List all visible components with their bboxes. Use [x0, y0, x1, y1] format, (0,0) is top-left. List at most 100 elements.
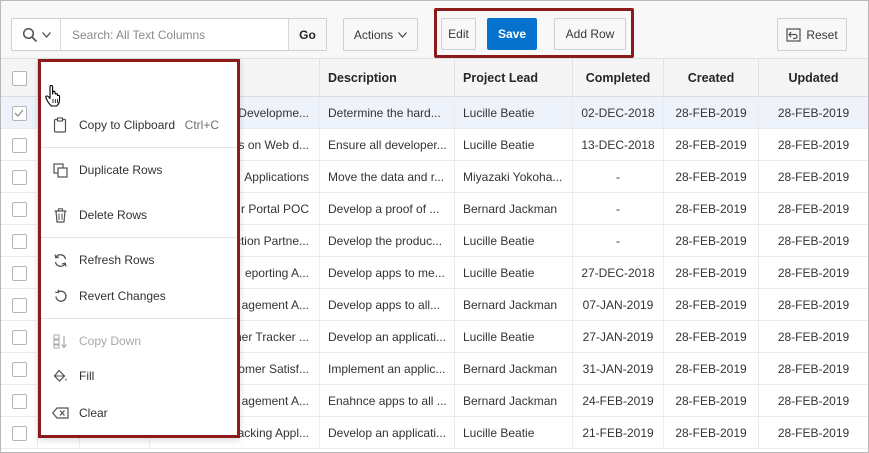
- updated-cell[interactable]: 28-FEB-2019: [759, 321, 868, 353]
- created-cell[interactable]: 28-FEB-2019: [664, 257, 759, 289]
- completed-cell[interactable]: 07-JAN-2019: [573, 289, 664, 321]
- row-select-checkbox[interactable]: [11, 361, 27, 377]
- completed-cell[interactable]: 02-DEC-2018: [573, 97, 664, 129]
- row-select-checkbox[interactable]: [11, 265, 27, 281]
- completed-cell[interactable]: 27-JAN-2019: [573, 321, 664, 353]
- row-select-checkbox[interactable]: [11, 393, 27, 409]
- updated-cell[interactable]: 28-FEB-2019: [759, 193, 868, 225]
- updated-cell[interactable]: 28-FEB-2019: [759, 417, 868, 449]
- created-cell[interactable]: 28-FEB-2019: [664, 225, 759, 257]
- updated-cell[interactable]: 28-FEB-2019: [759, 97, 868, 129]
- row-select-checkbox[interactable]: [11, 329, 27, 345]
- created-cell[interactable]: 28-FEB-2019: [664, 129, 759, 161]
- updated-cell[interactable]: 28-FEB-2019: [759, 161, 868, 193]
- created-cell[interactable]: 28-FEB-2019: [664, 321, 759, 353]
- row-select-checkbox[interactable]: [11, 425, 27, 441]
- clipboard-icon: [51, 116, 69, 134]
- description-cell[interactable]: Enahnce apps to all ...: [320, 385, 455, 417]
- menu-item-delete-rows[interactable]: Delete Rows: [41, 200, 237, 230]
- add-row-button[interactable]: Add Row: [554, 18, 626, 50]
- lead-cell[interactable]: Lucille Beatie: [455, 321, 573, 353]
- description-cell[interactable]: Develop a proof of ...: [320, 193, 455, 225]
- created-cell[interactable]: 28-FEB-2019: [664, 385, 759, 417]
- menu-separator: [41, 318, 237, 319]
- created-cell[interactable]: 28-FEB-2019: [664, 97, 759, 129]
- row-select-cell: [1, 289, 38, 321]
- actions-menu-button[interactable]: Actions: [343, 18, 418, 51]
- completed-cell[interactable]: -: [573, 193, 664, 225]
- description-cell[interactable]: Implement an applic...: [320, 353, 455, 385]
- header-project-lead[interactable]: Project Lead: [455, 59, 573, 97]
- search-input[interactable]: Search: All Text Columns: [62, 19, 288, 50]
- header-created[interactable]: Created: [664, 59, 759, 97]
- updated-cell[interactable]: 28-FEB-2019: [759, 225, 868, 257]
- row-select-checkbox[interactable]: [11, 297, 27, 313]
- row-select-cell: [1, 161, 38, 193]
- menu-item-fill[interactable]: Fill: [41, 361, 237, 391]
- description-cell[interactable]: Develop an applicati...: [320, 417, 455, 449]
- toolbar: Search: All Text Columns Go Actions Edit…: [1, 1, 868, 59]
- lead-cell[interactable]: Lucille Beatie: [455, 129, 573, 161]
- clear-icon: [51, 404, 69, 422]
- lead-cell[interactable]: Lucille Beatie: [455, 417, 573, 449]
- updated-cell[interactable]: 28-FEB-2019: [759, 385, 868, 417]
- save-button[interactable]: Save: [487, 18, 537, 50]
- lead-cell[interactable]: Bernard Jackman: [455, 353, 573, 385]
- go-button[interactable]: Go: [288, 19, 326, 50]
- row-select-cell: [1, 97, 38, 129]
- row-select-checkbox[interactable]: [11, 169, 27, 185]
- completed-cell[interactable]: -: [573, 161, 664, 193]
- menu-item-refresh-rows[interactable]: Refresh Rows: [41, 245, 237, 275]
- row-select-checkbox[interactable]: [11, 105, 27, 121]
- search-column-menu-button[interactable]: [12, 19, 61, 50]
- description-cell[interactable]: Move the data and r...: [320, 161, 455, 193]
- header-completed[interactable]: Completed: [573, 59, 664, 97]
- row-select-cell: [1, 353, 38, 385]
- lead-cell[interactable]: Bernard Jackman: [455, 289, 573, 321]
- lead-cell[interactable]: Bernard Jackman: [455, 193, 573, 225]
- description-cell[interactable]: Develop an applicati...: [320, 321, 455, 353]
- reset-button[interactable]: Reset: [777, 18, 847, 51]
- description-cell[interactable]: Ensure all developer...: [320, 129, 455, 161]
- copy-down-icon: [51, 332, 69, 350]
- updated-cell[interactable]: 28-FEB-2019: [759, 257, 868, 289]
- row-select-checkbox[interactable]: [11, 233, 27, 249]
- lead-cell[interactable]: Bernard Jackman: [455, 385, 573, 417]
- row-select-checkbox[interactable]: [11, 137, 27, 153]
- description-cell[interactable]: Develop apps to me...: [320, 257, 455, 289]
- header-description[interactable]: Description: [320, 59, 455, 97]
- lead-cell[interactable]: Lucille Beatie: [455, 97, 573, 129]
- completed-cell[interactable]: 24-FEB-2019: [573, 385, 664, 417]
- header-updated[interactable]: Updated: [759, 59, 868, 97]
- menu-item-clear[interactable]: Clear: [41, 398, 237, 428]
- select-all-checkbox[interactable]: [11, 70, 27, 86]
- menu-item-copy-to-clipboard[interactable]: Copy to Clipboard Ctrl+C: [41, 110, 237, 140]
- lead-cell[interactable]: Lucille Beatie: [455, 257, 573, 289]
- created-cell[interactable]: 28-FEB-2019: [664, 289, 759, 321]
- edit-button[interactable]: Edit: [441, 18, 476, 50]
- created-cell[interactable]: 28-FEB-2019: [664, 353, 759, 385]
- updated-cell[interactable]: 28-FEB-2019: [759, 289, 868, 321]
- completed-cell[interactable]: 31-JAN-2019: [573, 353, 664, 385]
- description-cell[interactable]: Develop apps to all...: [320, 289, 455, 321]
- description-cell[interactable]: Determine the hard...: [320, 97, 455, 129]
- created-cell[interactable]: 28-FEB-2019: [664, 161, 759, 193]
- menu-item-copy-down[interactable]: Copy Down: [41, 326, 237, 356]
- menu-item-revert-changes[interactable]: Revert Changes: [41, 281, 237, 311]
- menu-item-duplicate-rows[interactable]: Duplicate Rows: [41, 155, 237, 185]
- menu-separator: [41, 237, 237, 238]
- completed-cell[interactable]: 27-DEC-2018: [573, 257, 664, 289]
- updated-cell[interactable]: 28-FEB-2019: [759, 353, 868, 385]
- description-cell[interactable]: Develop the produc...: [320, 225, 455, 257]
- created-cell[interactable]: 28-FEB-2019: [664, 193, 759, 225]
- row-select-checkbox[interactable]: [11, 201, 27, 217]
- completed-cell[interactable]: -: [573, 225, 664, 257]
- created-cell[interactable]: 28-FEB-2019: [664, 417, 759, 449]
- lead-cell[interactable]: Miyazaki Yokoha...: [455, 161, 573, 193]
- lead-cell[interactable]: Lucille Beatie: [455, 225, 573, 257]
- completed-cell[interactable]: 13-DEC-2018: [573, 129, 664, 161]
- completed-cell[interactable]: 21-FEB-2019: [573, 417, 664, 449]
- revert-icon: [51, 287, 69, 305]
- row-select-cell: [1, 129, 38, 161]
- updated-cell[interactable]: 28-FEB-2019: [759, 129, 868, 161]
